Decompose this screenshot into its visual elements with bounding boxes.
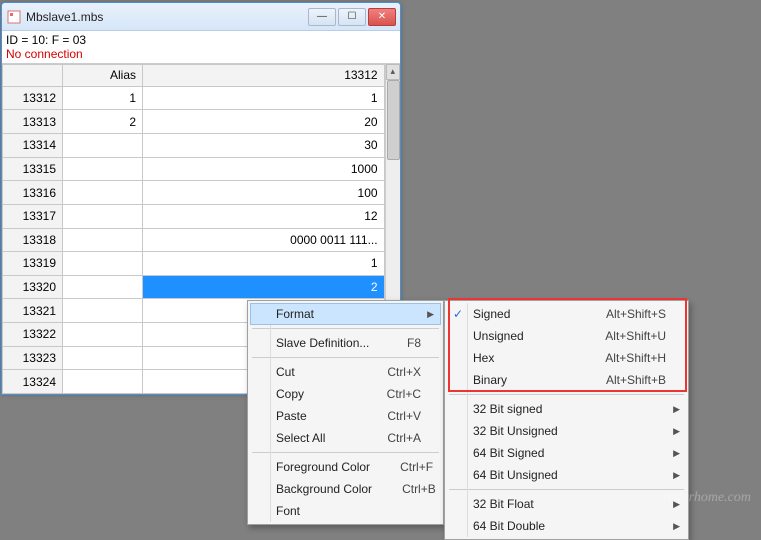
submenu-arrow-icon: ▶ — [673, 470, 680, 481]
cell-alias[interactable] — [63, 346, 143, 370]
cell-alias[interactable] — [63, 228, 143, 252]
cell-address[interactable]: 13319 — [3, 252, 63, 276]
submenu-arrow-icon: ▶ — [673, 404, 680, 415]
cell-value[interactable]: 100 — [143, 181, 385, 205]
cell-address[interactable]: 13320 — [3, 275, 63, 299]
table-row[interactable]: 13313220 — [3, 110, 385, 134]
cell-address[interactable]: 13323 — [3, 346, 63, 370]
menu-background-color[interactable]: Background Color Ctrl+B — [250, 478, 441, 500]
menu-32bit-signed[interactable]: 32 Bit signed ▶ — [447, 398, 686, 420]
cell-address[interactable]: 13317 — [3, 204, 63, 228]
cell-alias[interactable] — [63, 370, 143, 394]
menu-separator — [252, 357, 439, 358]
cell-value[interactable]: 1 — [143, 252, 385, 276]
minimize-button[interactable]: — — [308, 8, 336, 26]
menu-signed[interactable]: ✓ Signed Alt+Shift+S — [447, 303, 686, 325]
table-row[interactable]: 13314 30 — [3, 134, 385, 158]
cell-address[interactable]: 13314 — [3, 134, 63, 158]
cell-value[interactable]: 20 — [143, 110, 385, 134]
table-row[interactable]: 13318 0000 0011 111... — [3, 228, 385, 252]
scroll-thumb[interactable] — [387, 80, 400, 160]
maximize-button[interactable]: ☐ — [338, 8, 366, 26]
menu-hex[interactable]: Hex Alt+Shift+H — [447, 347, 686, 369]
format-submenu: ✓ Signed Alt+Shift+S Unsigned Alt+Shift+… — [444, 300, 689, 540]
submenu-arrow-icon: ▶ — [673, 521, 680, 532]
menu-64bit-unsigned[interactable]: 64 Bit Unsigned ▶ — [447, 464, 686, 486]
menu-foreground-color[interactable]: Foreground Color Ctrl+F — [250, 456, 441, 478]
cell-alias[interactable] — [63, 275, 143, 299]
titlebar[interactable]: Mbslave1.mbs — ☐ ✕ — [2, 3, 400, 31]
menu-paste[interactable]: Paste Ctrl+V — [250, 405, 441, 427]
cell-alias[interactable] — [63, 323, 143, 347]
watermark: testerhome.com — [663, 490, 751, 506]
menu-unsigned[interactable]: Unsigned Alt+Shift+U — [447, 325, 686, 347]
cell-address[interactable]: 13318 — [3, 228, 63, 252]
cell-address[interactable]: 13313 — [3, 110, 63, 134]
cell-alias[interactable] — [63, 157, 143, 181]
window-title: Mbslave1.mbs — [26, 10, 306, 24]
col-head-alias[interactable]: Alias — [63, 64, 143, 86]
cell-value[interactable]: 2 — [143, 275, 385, 299]
menu-format[interactable]: Format ▶ — [250, 303, 441, 325]
submenu-arrow-icon: ▶ — [427, 309, 434, 320]
cell-alias[interactable] — [63, 181, 143, 205]
scroll-up-button[interactable]: ▴ — [386, 64, 400, 80]
check-icon: ✓ — [453, 307, 463, 321]
cell-value[interactable]: 0000 0011 111... — [143, 228, 385, 252]
cell-address[interactable]: 13316 — [3, 181, 63, 205]
cell-address[interactable]: 13315 — [3, 157, 63, 181]
table-row[interactable]: 13316 100 — [3, 181, 385, 205]
submenu-arrow-icon: ▶ — [673, 426, 680, 437]
cell-alias[interactable]: 1 — [63, 86, 143, 110]
table-row[interactable]: 13319 1 — [3, 252, 385, 276]
cell-value[interactable]: 1000 — [143, 157, 385, 181]
cell-address[interactable]: 13312 — [3, 86, 63, 110]
table-row[interactable]: 1331211 — [3, 86, 385, 110]
window-controls: — ☐ ✕ — [306, 8, 396, 26]
cell-alias[interactable] — [63, 134, 143, 158]
cell-alias[interactable] — [63, 204, 143, 228]
menu-separator — [449, 394, 684, 395]
menu-64bit-signed[interactable]: 64 Bit Signed ▶ — [447, 442, 686, 464]
cell-address[interactable]: 13324 — [3, 370, 63, 394]
table-row[interactable]: 13315 1000 — [3, 157, 385, 181]
table-row[interactable]: 13317 12 — [3, 204, 385, 228]
status-bar: ID = 10: F = 03 No connection — [2, 31, 400, 64]
app-icon — [6, 9, 22, 25]
close-button[interactable]: ✕ — [368, 8, 396, 26]
menu-separator — [252, 452, 439, 453]
status-connection: No connection — [6, 47, 396, 61]
cell-address[interactable]: 13321 — [3, 299, 63, 323]
cell-alias[interactable] — [63, 252, 143, 276]
menu-32bit-unsigned[interactable]: 32 Bit Unsigned ▶ — [447, 420, 686, 442]
col-head-addr[interactable] — [3, 64, 63, 86]
cell-value[interactable]: 1 — [143, 86, 385, 110]
table-row[interactable]: 13320 2 — [3, 275, 385, 299]
menu-copy[interactable]: Copy Ctrl+C — [250, 383, 441, 405]
menu-format-label: Format — [276, 307, 314, 321]
status-id: ID = 10: F = 03 — [6, 33, 396, 47]
cell-value[interactable]: 30 — [143, 134, 385, 158]
menu-slave-definition[interactable]: Slave Definition... F8 — [250, 332, 441, 354]
cell-alias[interactable]: 2 — [63, 110, 143, 134]
menu-separator — [449, 489, 684, 490]
context-menu: Format ▶ Slave Definition... F8 Cut Ctrl… — [247, 300, 444, 525]
submenu-arrow-icon: ▶ — [673, 448, 680, 459]
menu-binary[interactable]: Binary Alt+Shift+B — [447, 369, 686, 391]
menu-separator — [252, 328, 439, 329]
col-head-value[interactable]: 13312 — [143, 64, 385, 86]
cell-alias[interactable] — [63, 299, 143, 323]
menu-cut[interactable]: Cut Ctrl+X — [250, 361, 441, 383]
menu-font[interactable]: Font — [250, 500, 441, 522]
cell-address[interactable]: 13322 — [3, 323, 63, 347]
menu-64bit-double[interactable]: 64 Bit Double ▶ — [447, 515, 686, 537]
cell-value[interactable]: 12 — [143, 204, 385, 228]
menu-select-all[interactable]: Select All Ctrl+A — [250, 427, 441, 449]
